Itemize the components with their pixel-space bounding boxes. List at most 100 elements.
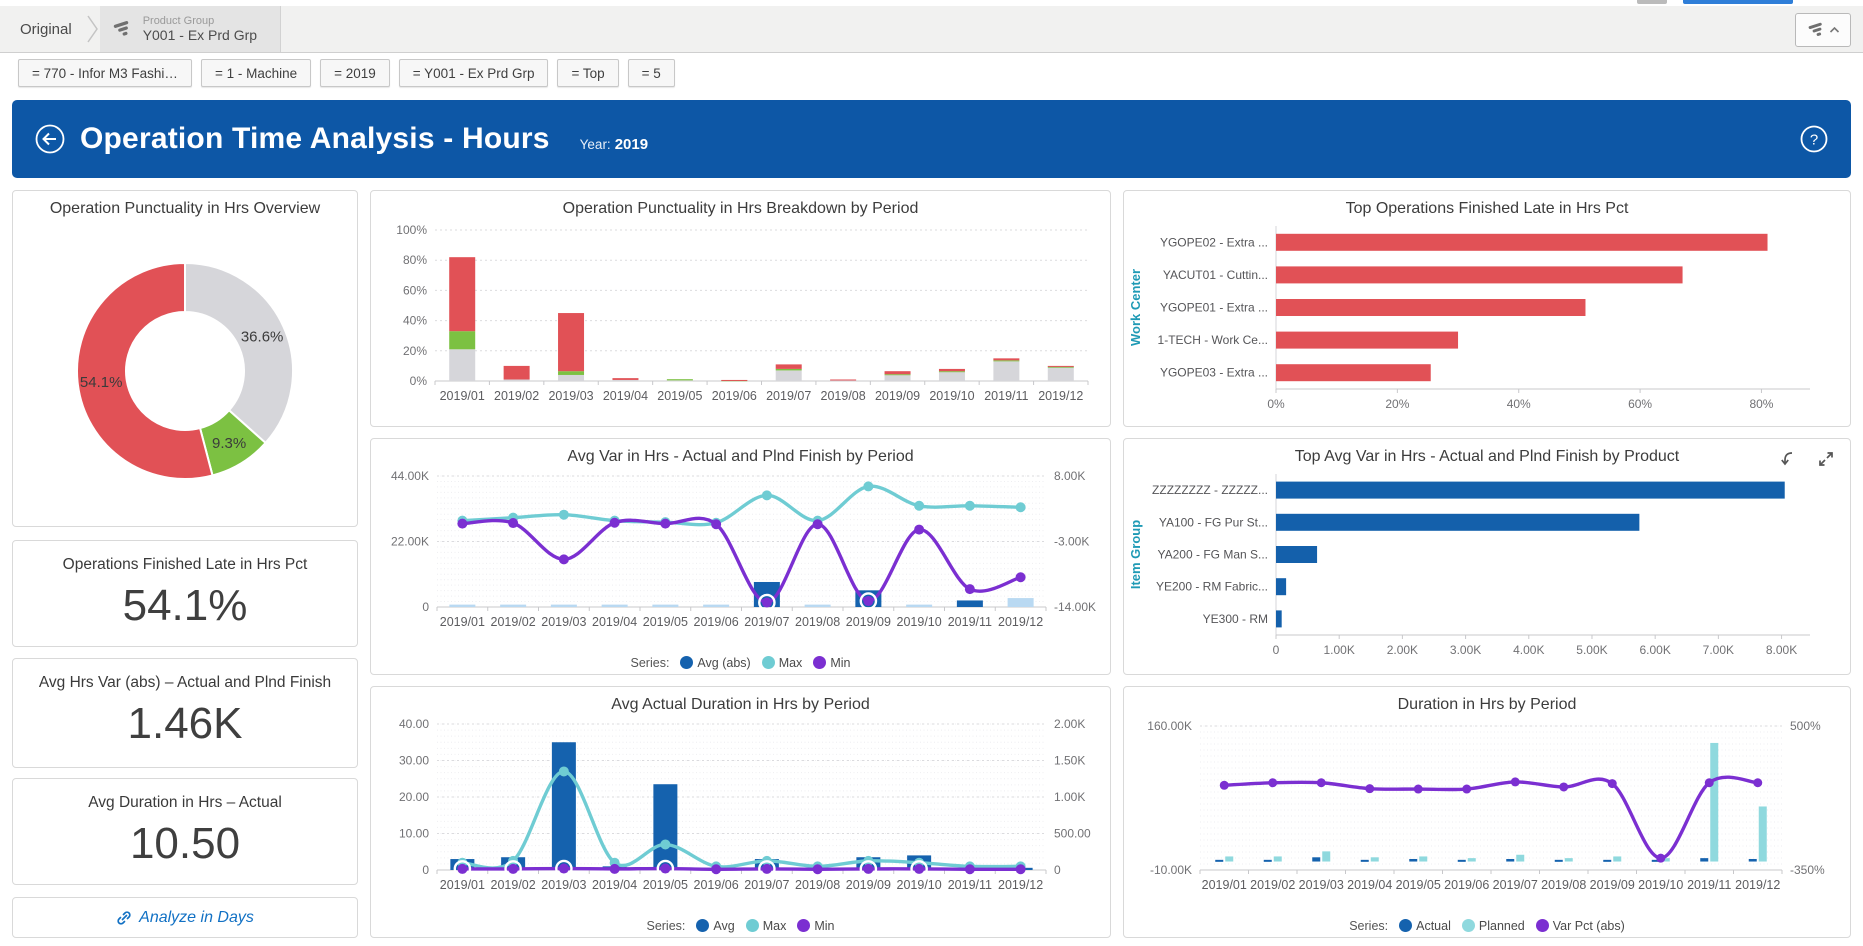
svg-text:YGOPE01 - Extra ...: YGOPE01 - Extra ... — [1160, 301, 1268, 315]
svg-text:80%: 80% — [403, 253, 427, 267]
year-label: Year: — [580, 137, 611, 152]
svg-text:7.00K: 7.00K — [1703, 643, 1734, 657]
svg-text:2019/04: 2019/04 — [1347, 878, 1392, 892]
card-kpi-avg-hrs-var: Avg Hrs Var (abs) – Actual and Plnd Fini… — [12, 658, 358, 768]
legend-dot-icon — [1536, 919, 1549, 932]
svg-text:2019/11: 2019/11 — [1687, 878, 1731, 892]
back-icon[interactable] — [34, 123, 66, 155]
chart-legend: Series:Avg (abs)MaxMin — [371, 656, 1110, 670]
filter-chip[interactable]: = 770 - Infor M3 Fashi… — [18, 59, 192, 87]
svg-text:YA200 - FG Man S...: YA200 - FG Man S... — [1158, 548, 1268, 562]
filter-chip[interactable]: = Top — [557, 59, 618, 87]
card-kpi-late-pct: Operations Finished Late in Hrs Pct 54.1… — [12, 540, 358, 647]
chevron-up-icon — [1829, 26, 1840, 34]
svg-text:2019/12: 2019/12 — [998, 878, 1043, 892]
svg-text:2019/02: 2019/02 — [491, 878, 536, 892]
svg-text:2019/07: 2019/07 — [744, 878, 789, 892]
svg-text:80%: 80% — [1749, 397, 1773, 411]
card-avg-var-by-period: Avg Var in Hrs - Actual and Plnd Finish … — [370, 438, 1111, 675]
chart-legend: Series:ActualPlannedVar Pct (abs) — [1124, 919, 1850, 933]
kpi-title: Operations Finished Late in Hrs Pct — [13, 556, 357, 574]
legend-item-label: Max — [779, 656, 803, 670]
cutoff-button — [1683, 0, 1793, 4]
svg-text:9.3%: 9.3% — [212, 435, 246, 452]
svg-text:20%: 20% — [403, 344, 427, 358]
punctuality-overview-donut-chart[interactable]: 36.6%9.3%54.1% — [13, 218, 357, 518]
svg-text:30.00: 30.00 — [399, 754, 429, 768]
svg-text:60%: 60% — [1628, 397, 1652, 411]
chart-title: Avg Var in Hrs - Actual and Plnd Finish … — [371, 439, 1110, 466]
svg-text:2019/01: 2019/01 — [440, 389, 485, 403]
card-punctuality-overview: Operation Punctuality in Hrs Overview 36… — [12, 190, 358, 527]
svg-text:500.00: 500.00 — [1054, 827, 1091, 841]
legend-dot-icon — [746, 919, 759, 932]
duration-combo-chart[interactable]: 160.00K-10.00K500%-350%2019/012019/02201… — [1124, 714, 1848, 910]
legend-prefix: Series: — [631, 656, 670, 670]
svg-text:40%: 40% — [403, 314, 427, 328]
card-top-late-operations: Top Operations Finished Late in Hrs Pct … — [1123, 190, 1851, 427]
card-top-avg-var-by-product: Top Avg Var in Hrs - Actual and Plnd Fin… — [1123, 438, 1851, 675]
analyze-in-days-label: Analyze in Days — [139, 909, 254, 927]
svg-text:2019/06: 2019/06 — [694, 878, 739, 892]
expand-icon[interactable] — [1814, 447, 1838, 471]
svg-text:160.00K: 160.00K — [1147, 719, 1192, 733]
drill-down-icon[interactable] — [1776, 447, 1800, 471]
svg-text:44.00K: 44.00K — [391, 469, 429, 483]
svg-text:2019/09: 2019/09 — [846, 878, 891, 892]
filter-chip[interactable]: = 5 — [628, 59, 675, 87]
svg-text:2019/11: 2019/11 — [948, 878, 992, 892]
top-avg-var-hbar-chart[interactable]: 01.00K2.00K3.00K4.00K5.00K6.00K7.00K8.00… — [1124, 466, 1848, 669]
svg-text:0: 0 — [422, 600, 429, 614]
svg-text:2019/05: 2019/05 — [1396, 878, 1441, 892]
svg-text:2019/12: 2019/12 — [1735, 878, 1780, 892]
breadcrumb-chevron-icon — [86, 6, 100, 52]
svg-text:2019/04: 2019/04 — [592, 615, 637, 629]
svg-text:Item Group: Item Group — [1128, 520, 1143, 589]
svg-text:6.00K: 6.00K — [1639, 643, 1670, 657]
svg-text:100%: 100% — [396, 223, 427, 237]
filter-chip-row: = 770 - Infor M3 Fashi… = 1 - Machine = 20… — [18, 59, 684, 87]
legend-dot-icon — [762, 656, 775, 669]
kpi-value: 10.50 — [13, 819, 357, 869]
dashboard-menu-button[interactable] — [1795, 13, 1851, 47]
svg-text:2019/01: 2019/01 — [440, 615, 485, 629]
svg-text:2019/12: 2019/12 — [998, 615, 1043, 629]
filter-chip[interactable]: = 1 - Machine — [201, 59, 311, 87]
svg-text:2019/11: 2019/11 — [984, 389, 1028, 403]
svg-text:-350%: -350% — [1790, 863, 1825, 877]
svg-text:2019/10: 2019/10 — [1638, 878, 1683, 892]
avg-var-combo-chart[interactable]: 44.00K22.00K08.00K-3.00K-14.00K2019/0120… — [371, 466, 1108, 647]
avg-duration-combo-chart[interactable]: 40.0030.0020.0010.0002.00K1.50K1.00K500.… — [371, 714, 1108, 910]
legend-item-label: Avg — [713, 919, 734, 933]
svg-text:2019/04: 2019/04 — [603, 389, 648, 403]
svg-text:-14.00K: -14.00K — [1054, 600, 1096, 614]
svg-text:54.1%: 54.1% — [80, 374, 123, 391]
svg-text:2019/05: 2019/05 — [643, 615, 688, 629]
filter-chip[interactable]: = Y001 - Ex Prd Grp — [399, 59, 549, 87]
filter-chip[interactable]: = 2019 — [320, 59, 390, 87]
analyze-in-days-link[interactable]: Analyze in Days — [13, 898, 357, 937]
breadcrumb-item-current[interactable]: Product Group Y001 - Ex Prd Grp — [100, 6, 281, 52]
svg-text:1.50K: 1.50K — [1054, 754, 1085, 768]
legend-item-label: Min — [814, 919, 834, 933]
card-avg-actual-duration: Avg Actual Duration in Hrs by Period 40.… — [370, 686, 1111, 938]
legend-dot-icon — [696, 919, 709, 932]
svg-text:2019/07: 2019/07 — [744, 615, 789, 629]
svg-text:2019/03: 2019/03 — [541, 615, 586, 629]
legend-item-label: Actual — [1416, 919, 1451, 933]
breakdown-stacked-bar-chart[interactable]: 0%20%40%60%80%100%2019/012019/022019/032… — [371, 218, 1108, 425]
breadcrumb-item-original[interactable]: Original — [0, 6, 86, 52]
svg-text:0: 0 — [422, 863, 429, 877]
svg-text:0: 0 — [1054, 863, 1061, 877]
help-icon[interactable]: ? — [1799, 124, 1829, 154]
svg-text:40.00: 40.00 — [399, 717, 429, 731]
svg-text:2019/05: 2019/05 — [643, 878, 688, 892]
top-late-hbar-chart[interactable]: 0%20%40%60%80%YGOPE02 - Extra ...YACUT01… — [1124, 218, 1848, 423]
svg-text:3.00K: 3.00K — [1450, 643, 1481, 657]
breadcrumb-value: Y001 - Ex Prd Grp — [143, 27, 257, 43]
svg-text:60%: 60% — [403, 283, 427, 297]
svg-text:YGOPE02 - Extra ...: YGOPE02 - Extra ... — [1160, 235, 1268, 249]
legend-item-label: Avg (abs) — [697, 656, 750, 670]
dashboard-header: Operation Time Analysis - Hours Year:201… — [12, 100, 1851, 178]
svg-text:2019/02: 2019/02 — [494, 389, 539, 403]
